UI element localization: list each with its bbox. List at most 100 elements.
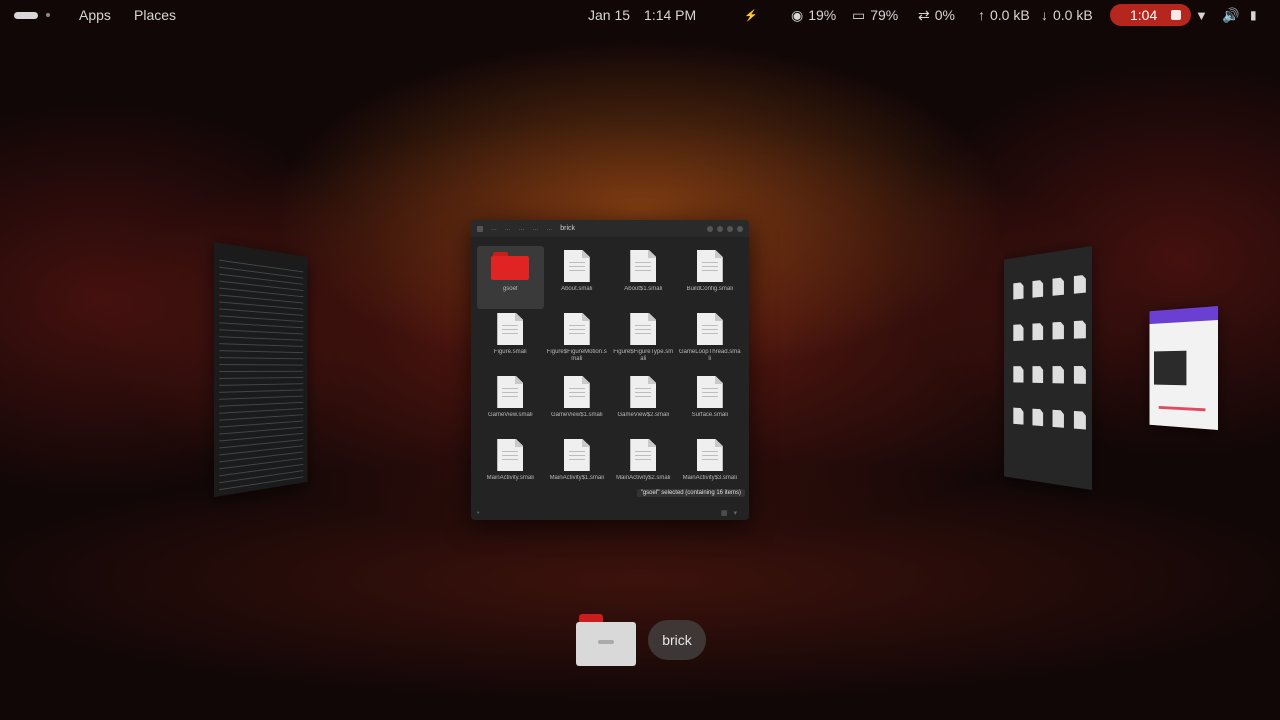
file-item[interactable]: Figure$FigureMotion.smali	[544, 309, 611, 372]
sidebar-toggle-icon[interactable]: •	[477, 510, 479, 517]
file-name: MainActivity$3.smali	[682, 475, 737, 481]
back-icon[interactable]	[477, 225, 483, 232]
breadcrumb-item[interactable]: ...	[505, 225, 511, 232]
document-icon	[696, 439, 723, 471]
file-name: Surface.smali	[691, 412, 728, 418]
search-icon[interactable]	[707, 225, 713, 232]
file-name: Figure$FigureMotion.smali	[546, 349, 607, 362]
selection-status: "gsoef" selected (containing 16 items)	[636, 489, 745, 497]
window-thumbnail-browser[interactable]	[1149, 306, 1218, 430]
file-grid: gsoef About.smali About$1.smali BuildCon…	[477, 246, 743, 498]
folder-app-icon[interactable]	[576, 614, 636, 666]
mini-file-icon	[1070, 366, 1091, 410]
window-title-label: brick	[648, 620, 706, 660]
file-item[interactable]: GameView$2.smali	[610, 372, 677, 435]
mini-file-icon	[1049, 366, 1068, 409]
mini-file-icon	[1049, 410, 1068, 454]
document-icon	[630, 250, 657, 282]
file-manager-window[interactable]: ... ... ... ... ... brick gsoef About.sm…	[471, 220, 749, 520]
file-item[interactable]: Figure.smali	[477, 309, 544, 372]
mini-file-icon	[1029, 279, 1047, 322]
file-item[interactable]: About.smali	[544, 246, 611, 309]
document-icon	[497, 376, 524, 408]
file-item-folder[interactable]: gsoef	[477, 246, 544, 309]
memory-icon: ▭	[852, 6, 866, 23]
file-name: MainActivity$1.smali	[549, 475, 604, 481]
file-item[interactable]: GameView$1.smali	[544, 372, 611, 435]
file-name: MainActivity$2.smali	[616, 475, 671, 481]
file-item[interactable]: BuildConfig.smali	[677, 246, 744, 309]
file-item[interactable]: GameLoopThread.smali	[677, 309, 744, 372]
window-thumbnail-file-manager[interactable]	[1004, 246, 1092, 490]
file-item[interactable]: GameView.smali	[477, 372, 544, 435]
upload-value: 0.0 kB	[990, 7, 1030, 23]
document-icon	[563, 376, 590, 408]
memory-value: 79%	[870, 7, 899, 23]
browser-content-preview	[1154, 350, 1187, 386]
battery-icon[interactable]: ▮	[1250, 0, 1257, 30]
swap-value: 0%	[934, 7, 955, 23]
upload-indicator[interactable]: ↑ 0.0 kB	[978, 0, 1030, 30]
breadcrumb-item[interactable]: ...	[546, 225, 552, 232]
document-icon	[563, 439, 590, 471]
breadcrumb-item[interactable]: ...	[519, 225, 525, 232]
document-icon	[497, 439, 524, 471]
document-icon	[630, 439, 657, 471]
breadcrumb-item[interactable]: ...	[491, 225, 497, 232]
window-controls	[707, 225, 743, 232]
places-menu[interactable]: Places	[134, 0, 176, 30]
date-label: Jan 15	[588, 7, 631, 23]
view-toggle-icon[interactable]: ▦▾	[721, 509, 743, 517]
volume-icon[interactable]: 🔊	[1222, 0, 1239, 30]
file-manager-headerbar: ... ... ... ... ... brick	[471, 220, 749, 237]
swap-icon: ⇄	[918, 6, 930, 23]
cpu-icon: ◉	[791, 6, 804, 23]
window-thumbnail-code-editor[interactable]	[214, 242, 308, 497]
document-icon	[696, 313, 723, 345]
stop-recording-icon[interactable]	[1171, 10, 1182, 20]
minimize-icon[interactable]	[727, 225, 733, 232]
mini-file-icon	[1070, 274, 1091, 319]
recording-time: 1:04	[1130, 7, 1158, 23]
file-item[interactable]: MainActivity$1.smali	[544, 435, 611, 498]
document-icon	[630, 313, 657, 345]
download-arrow-icon: ↓	[1041, 7, 1048, 23]
mini-file-icon	[1029, 408, 1047, 451]
code-content	[219, 256, 304, 491]
clock-button[interactable]: Jan 15 1:14 PM	[588, 0, 696, 30]
time-label: 1:14 PM	[644, 7, 697, 23]
memory-indicator[interactable]: ▭ 79%	[852, 0, 898, 30]
file-name: BuildConfig.smali	[686, 286, 733, 292]
activities-button[interactable]	[14, 0, 50, 30]
file-item[interactable]: MainActivity.smali	[477, 435, 544, 498]
mini-file-icon	[1010, 366, 1027, 406]
breadcrumb-item[interactable]: ...	[533, 225, 539, 232]
activities-indicator	[14, 11, 38, 19]
mini-file-icon	[1049, 277, 1068, 321]
file-item[interactable]: Figure$FigureType.smali	[610, 309, 677, 372]
close-icon[interactable]	[737, 225, 743, 232]
file-name: GameView.smali	[487, 412, 533, 418]
breadcrumb-current[interactable]: brick	[560, 225, 575, 232]
document-icon	[696, 250, 723, 282]
file-name: About$1.smali	[624, 286, 663, 292]
top-bar: Apps Places Jan 15 1:14 PM ⚡ ◉ 19% ▭ 79%…	[0, 0, 1280, 30]
apps-menu[interactable]: Apps	[79, 0, 111, 30]
folder-icon	[491, 252, 530, 282]
file-item[interactable]: About$1.smali	[610, 246, 677, 309]
file-item[interactable]: Surface.smali	[677, 372, 744, 435]
swap-indicator[interactable]: ⇄ 0%	[918, 0, 955, 30]
document-icon	[563, 250, 590, 282]
file-name: About.smali	[561, 286, 593, 292]
mini-file-icon	[1049, 321, 1068, 364]
mini-file-icon	[1070, 320, 1091, 364]
browser-tab-bar	[1149, 306, 1218, 325]
file-name: MainActivity.smali	[486, 475, 534, 481]
file-name: GameLoopThread.smali	[678, 349, 741, 362]
download-indicator[interactable]: ↓ 0.0 kB	[1041, 0, 1093, 30]
cpu-indicator[interactable]: ◉ 19%	[791, 0, 836, 30]
screen-recording-indicator[interactable]: 1:04	[1110, 4, 1192, 26]
menu-icon[interactable]	[717, 225, 723, 232]
wifi-icon[interactable]: ▼	[1195, 0, 1208, 30]
cpu-value: 19%	[808, 7, 837, 23]
